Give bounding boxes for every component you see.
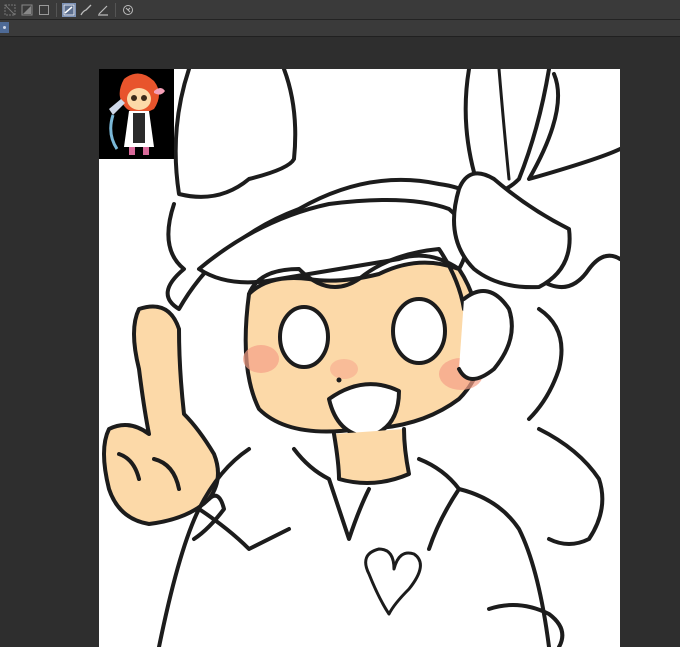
special-ruler-icon — [123, 4, 133, 15]
ruler-pen-icon — [98, 5, 108, 16]
reference-thumbnail[interactable] — [99, 69, 174, 159]
toolbar-separator — [115, 2, 116, 17]
character-avatar — [99, 69, 174, 159]
shape-select-tool-button[interactable] — [20, 3, 34, 17]
left-eye — [278, 305, 330, 369]
select-tool-button[interactable] — [3, 3, 17, 17]
pen-tool-icon — [63, 4, 75, 15]
shape-select-icon — [21, 4, 33, 15]
brush-icon — [80, 4, 92, 15]
toolbar-separator — [56, 2, 57, 17]
raised-hand — [102, 304, 220, 526]
ruler-pen-tool-button[interactable] — [96, 3, 110, 17]
special-ruler-tool-button[interactable] — [121, 3, 135, 17]
select-icon — [4, 4, 16, 15]
right-eye — [391, 297, 447, 365]
rect-tool-button[interactable] — [37, 3, 51, 17]
drawing-canvas[interactable] — [99, 69, 620, 647]
left-ear — [173, 69, 298, 199]
pen-tool-button[interactable] — [62, 2, 76, 17]
tool-bar — [0, 0, 680, 20]
sub-tool-toggle-button[interactable] — [0, 22, 9, 33]
shirt-heart — [364, 547, 422, 616]
brush-tool-button[interactable] — [79, 3, 93, 17]
left-blush — [243, 345, 279, 373]
rect-icon — [39, 4, 49, 15]
line-art-illustration — [102, 69, 620, 647]
heart-hair-clip — [452, 171, 572, 290]
sub-tool-bar — [0, 20, 680, 37]
